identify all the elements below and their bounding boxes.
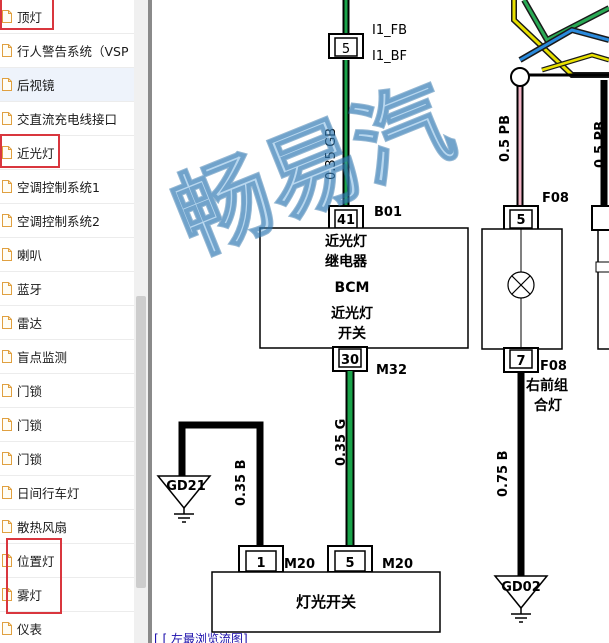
document-icon	[2, 316, 12, 329]
list-item-label: 散热风扇	[17, 520, 68, 535]
switch-connector-b-label: M20	[382, 557, 413, 572]
fuse-pin-in: 5	[516, 213, 525, 228]
document-icon	[2, 248, 12, 261]
wire-label-pink: 0.5 PB	[498, 115, 513, 162]
signal-label-2: I1_BF	[372, 49, 407, 64]
list-item-horn[interactable]: 喇叭	[0, 238, 134, 272]
document-icon	[2, 384, 12, 397]
wiring-diagram-canvas: 5 I1_FB I1_BF 0.35 GB 0.5 PB 0.5 PB 41 B…	[156, 0, 609, 633]
list-item-label: 雾灯	[17, 588, 43, 603]
document-icon	[2, 520, 12, 533]
document-icon	[2, 554, 12, 567]
signal-label-1: I1_FB	[372, 23, 407, 38]
document-icon	[2, 180, 12, 193]
switch-pin-a: 1	[256, 556, 265, 571]
document-icon	[2, 588, 12, 601]
bcm-line-3: BCM	[335, 280, 370, 296]
list-item-label: 顶灯	[17, 10, 43, 25]
list-item-pedestrian-warning[interactable]: 行人警告系统（VSP	[0, 34, 134, 68]
bcm-line-4: 近光灯	[331, 305, 373, 322]
overview-link[interactable]: [ [ 左最浏览流图]	[154, 630, 248, 643]
list-item-label: 盲点监测	[17, 350, 68, 365]
list-item-label: 日间行车灯	[17, 486, 80, 501]
list-item-fog-light[interactable]: 雾灯	[0, 578, 134, 612]
bcm-pin-out: 30	[341, 353, 359, 368]
ground-left-label: GD21	[166, 479, 206, 494]
list-item-label: 行人警告系统（VSP	[17, 44, 129, 59]
right-partial-module	[591, 205, 609, 350]
document-icon	[2, 146, 12, 159]
list-item-label: 空调控制系统1	[17, 180, 100, 195]
wiring-diagram: 5 I1_FB I1_BF 0.35 GB 0.5 PB 0.5 PB 41 B…	[152, 0, 609, 643]
document-icon	[2, 350, 12, 363]
list-item-door-lock-1[interactable]: 门锁	[0, 374, 134, 408]
list-item-instrument[interactable]: 仪表	[0, 612, 134, 643]
list-item-door-lock-3[interactable]: 门锁	[0, 442, 134, 476]
list-item-door-lock-2[interactable]: 门锁	[0, 408, 134, 442]
list-item-label: 交直流充电线接口	[17, 112, 118, 127]
list-item-label: 位置灯	[17, 554, 55, 569]
switch-pin-b: 5	[345, 556, 354, 571]
fuse-connector-in-label: F08	[542, 191, 569, 206]
list-item-daytime-running[interactable]: 日间行车灯	[0, 476, 134, 510]
document-icon	[2, 282, 12, 295]
document-icon	[2, 486, 12, 499]
top-wire-bundle	[511, 0, 609, 78]
list-item-blind-spot[interactable]: 盲点监测	[0, 340, 134, 374]
fuse-label-1: 右前组	[525, 377, 568, 394]
switch-connector-a-label: M20	[284, 557, 315, 572]
list-item-charging-port[interactable]: 交直流充电线接口	[0, 102, 134, 136]
document-icon	[2, 78, 12, 91]
list-item-position-light[interactable]: 位置灯	[0, 544, 134, 578]
list-item-label: 喇叭	[17, 248, 43, 263]
ground-right-label: GD02	[501, 580, 541, 595]
document-tree: 顶灯 行人警告系统（VSP 后视镜 交直流充电线接口 近光灯 空调控制系统1 空…	[0, 0, 148, 643]
list-item-rear-mirror[interactable]: 后视镜	[0, 68, 134, 102]
list-item-label: 仪表	[17, 622, 43, 637]
list-item-label: 后视镜	[17, 78, 55, 93]
document-icon	[2, 622, 12, 635]
list-item-low-beam[interactable]: 近光灯	[0, 136, 134, 170]
list-item-label: 空调控制系统2	[17, 214, 100, 229]
scrollbar-thumb[interactable]	[136, 296, 146, 588]
document-icon	[2, 214, 12, 227]
list-item-radar[interactable]: 雷达	[0, 306, 134, 340]
list-item-label: 近光灯	[17, 146, 55, 161]
list-item-ac-control-2[interactable]: 空调控制系统2	[0, 204, 134, 238]
bcm-connector-out-label: M32	[376, 363, 407, 378]
list-item-label: 门锁	[17, 452, 43, 467]
bcm-line-1: 近光灯	[325, 233, 367, 250]
fuse-connector-out-label: F08	[540, 359, 567, 374]
document-icon	[2, 452, 12, 465]
list-item-ceiling-light[interactable]: 顶灯	[0, 0, 134, 34]
scrollbar[interactable]	[134, 0, 148, 643]
list-item-cooling-fan[interactable]: 散热风扇	[0, 510, 134, 544]
document-icon	[2, 44, 12, 57]
list-item-label: 雷达	[17, 316, 43, 331]
list-item-label: 门锁	[17, 418, 43, 433]
bcm-line-5: 开关	[338, 325, 366, 342]
wire-label-black-left: 0.35 B	[234, 459, 249, 506]
document-icon	[2, 10, 12, 23]
fuse-pin-out: 7	[516, 354, 525, 369]
wire-label-pink-right: 0.5 PB	[593, 121, 608, 168]
bcm-line-2: 继电器	[325, 253, 368, 270]
switch-label: 灯光开关	[296, 593, 356, 611]
pin-top: 5	[342, 42, 350, 57]
fuse-label-2: 合灯	[534, 397, 562, 414]
document-icon	[2, 418, 12, 431]
wire-label-green: 0.35 G	[334, 419, 349, 466]
list-item-ac-control-1[interactable]: 空调控制系统1	[0, 170, 134, 204]
list-item-label: 蓝牙	[17, 282, 43, 297]
bcm-connector-in-label: B01	[374, 205, 402, 220]
document-icon	[2, 112, 12, 125]
wire-label-black-right: 0.75 B	[496, 450, 511, 497]
list-item-label: 门锁	[17, 384, 43, 399]
list-item-bluetooth[interactable]: 蓝牙	[0, 272, 134, 306]
